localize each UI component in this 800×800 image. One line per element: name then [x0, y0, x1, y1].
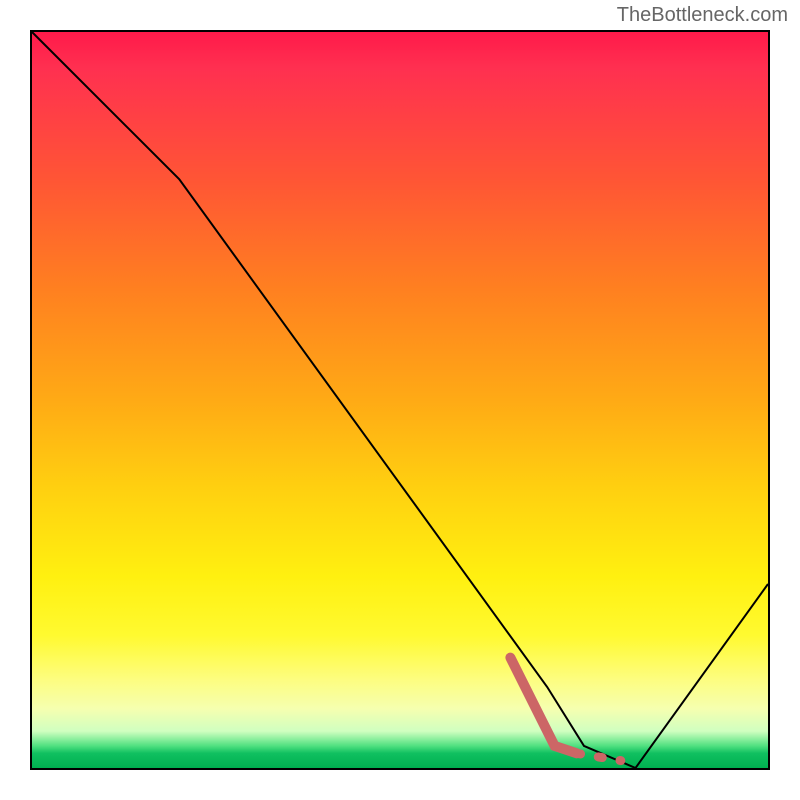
bottleneck-curve-path	[32, 32, 768, 768]
marker-thick-path	[510, 658, 576, 754]
chart-svg-layer	[32, 32, 768, 768]
chart-plot-area	[30, 30, 770, 770]
watermark-text: TheBottleneck.com	[617, 4, 788, 27]
